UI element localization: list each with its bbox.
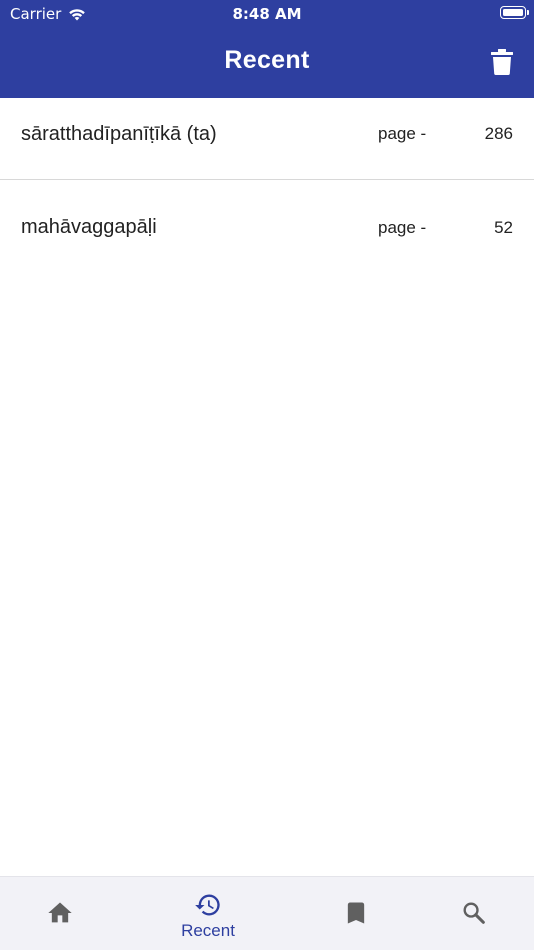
nav-home-tab[interactable] [0, 877, 120, 951]
nav-recent-label: Recent [181, 921, 235, 940]
trash-icon [491, 49, 513, 75]
history-icon [195, 894, 220, 916]
list-item[interactable]: sāratthadīpanīṭīkā (ta) page - 286 [0, 98, 534, 180]
bottom-nav: Recent [0, 876, 534, 950]
nav-bookmark-tab[interactable] [296, 877, 416, 951]
home-icon [48, 902, 72, 923]
page-label: page - [378, 124, 427, 143]
nav-search-tab[interactable] [414, 877, 534, 951]
nav-recent-tab[interactable]: Recent [148, 877, 268, 951]
battery-icon [500, 6, 529, 19]
delete-all-button[interactable] [488, 47, 516, 77]
book-title: sāratthadīpanīṭīkā (ta) [21, 123, 217, 145]
page-title: Recent [224, 46, 310, 74]
page-label: page - [378, 218, 427, 237]
list-item[interactable]: mahāvaggapāḷi page - 52 [0, 180, 534, 274]
search-icon [463, 902, 485, 924]
bookmark-icon [347, 902, 365, 924]
page-number: 52 [494, 218, 513, 237]
status-bar: Carrier 8:48 AM [0, 0, 534, 28]
page-number: 286 [484, 124, 513, 143]
app-header: Carrier 8:48 AM Recent [0, 0, 534, 98]
status-time: 8:48 AM [232, 5, 302, 23]
book-title: mahāvaggapāḷi [21, 216, 157, 238]
recent-list: sāratthadīpanīṭīkā (ta) page - 286 mahāv… [0, 98, 534, 274]
